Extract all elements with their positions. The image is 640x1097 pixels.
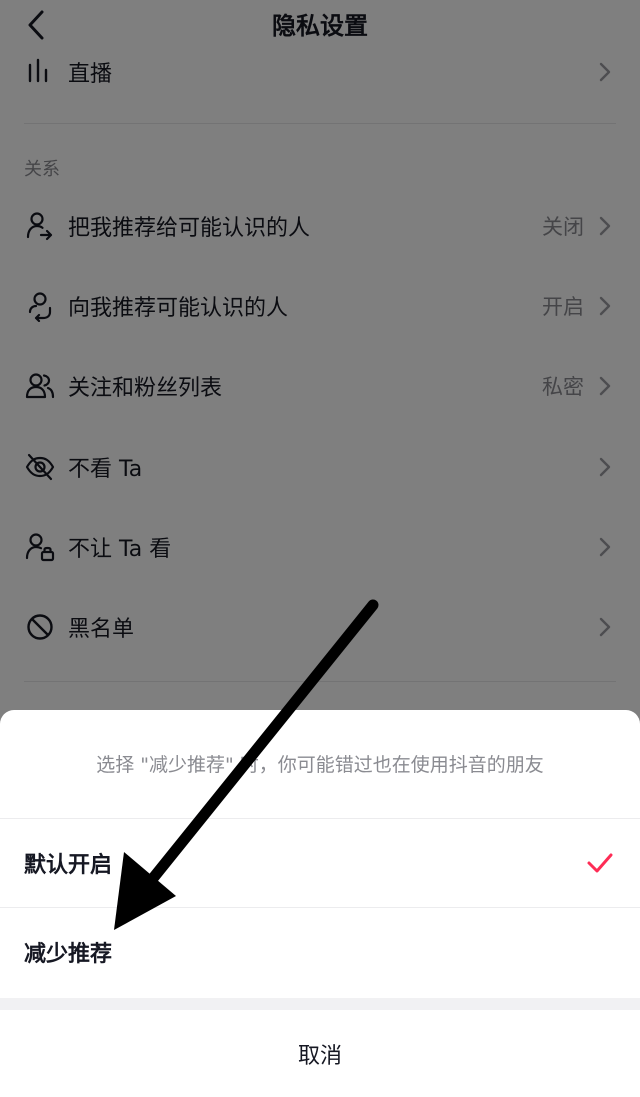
option-label: 默认开启: [24, 853, 113, 878]
cancel-label: 取消: [297, 1043, 342, 1069]
option-default-on[interactable]: 默认开启: [0, 819, 640, 907]
sheet-gap: [0, 998, 640, 1010]
action-sheet-hint: 选择 "减少推荐" 时，你可能错过也在使用抖音的朋友: [96, 754, 544, 776]
option-label: 减少推荐: [24, 942, 113, 967]
action-sheet: 选择 "减少推荐" 时，你可能错过也在使用抖音的朋友 默认开启 减少推荐 取消: [0, 710, 640, 1097]
cancel-button[interactable]: 取消: [0, 1010, 640, 1097]
check-icon: [587, 853, 613, 873]
option-reduce[interactable]: 减少推荐: [0, 908, 640, 996]
